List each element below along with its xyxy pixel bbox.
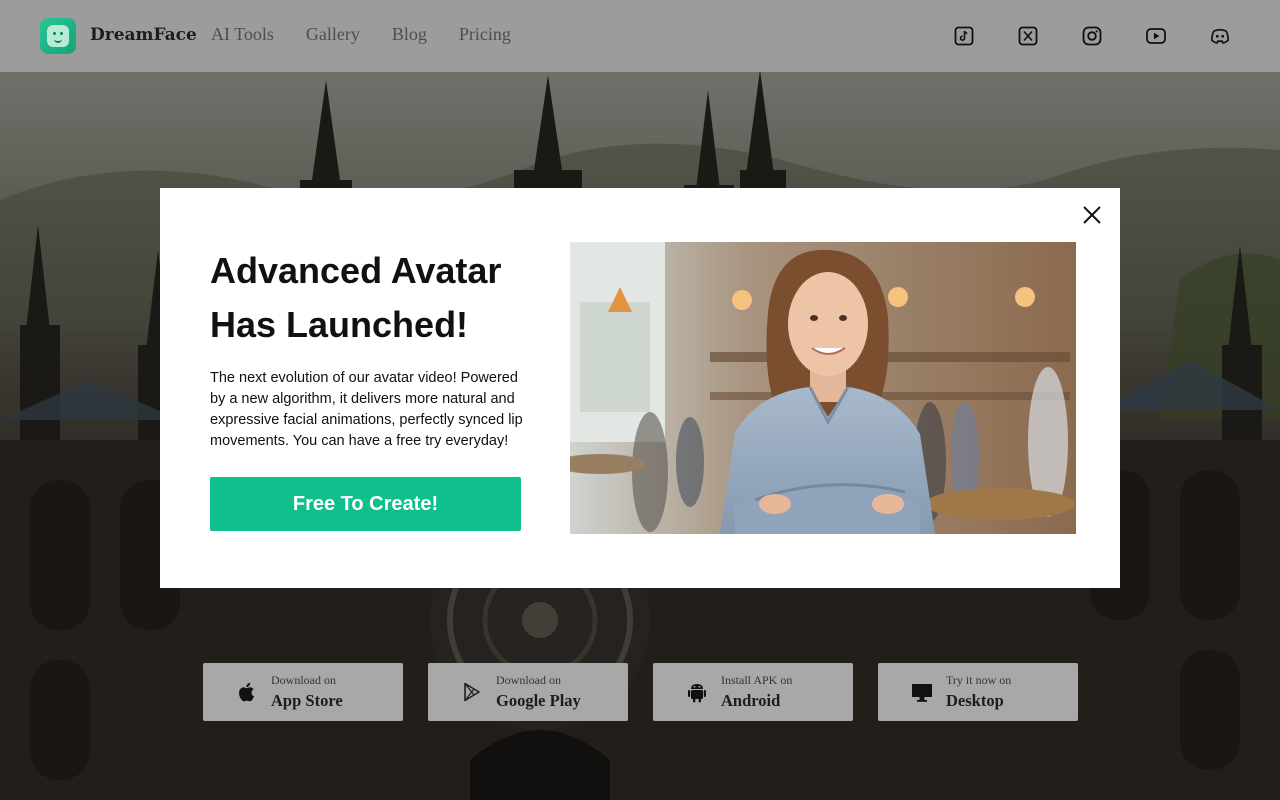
close-icon[interactable] bbox=[1080, 203, 1104, 227]
modal-description: The next evolution of our avatar video! … bbox=[210, 370, 523, 449]
modal-title: Advanced Avatar Has Launched! bbox=[210, 250, 502, 345]
desktop-caption: Try it now on bbox=[946, 673, 1012, 687]
google-play-caption: Download on bbox=[496, 673, 561, 687]
instagram-icon[interactable] bbox=[1082, 26, 1102, 46]
desktop-download-button[interactable]: Try it now on Desktop bbox=[878, 663, 1078, 721]
app-store-download-button[interactable]: Download on App Store bbox=[203, 663, 403, 721]
tiktok-icon[interactable] bbox=[954, 26, 974, 46]
app-store-label: App Store bbox=[271, 691, 343, 710]
desktop-icon bbox=[911, 681, 933, 703]
top-navigation-bar: DreamFace AI Tools Gallery Blog Pricing bbox=[0, 0, 1280, 72]
avatar-preview-image bbox=[570, 242, 1076, 534]
google-play-icon bbox=[461, 681, 483, 703]
x-icon[interactable] bbox=[1018, 26, 1038, 46]
android-icon bbox=[686, 681, 708, 703]
desktop-label: Desktop bbox=[946, 691, 1004, 710]
nav-link-gallery[interactable]: Gallery bbox=[306, 24, 360, 45]
app-store-caption: Download on bbox=[271, 673, 336, 687]
free-to-create-button[interactable]: Free To Create! bbox=[210, 477, 521, 531]
google-play-label: Google Play bbox=[496, 691, 581, 710]
android-caption: Install APK on bbox=[721, 673, 793, 687]
nav-link-pricing[interactable]: Pricing bbox=[459, 24, 511, 45]
nav-link-blog[interactable]: Blog bbox=[392, 24, 427, 45]
brand-name[interactable]: DreamFace bbox=[90, 25, 197, 45]
apple-icon bbox=[236, 681, 258, 703]
android-download-button[interactable]: Install APK on Android bbox=[653, 663, 853, 721]
nav-link-ai-tools[interactable]: AI Tools bbox=[211, 24, 274, 45]
android-label: Android bbox=[721, 691, 781, 710]
dreamface-logo-icon[interactable] bbox=[40, 18, 76, 54]
google-play-download-button[interactable]: Download on Google Play bbox=[428, 663, 628, 721]
launch-announcement-modal: Advanced Avatar Has Launched! The next e… bbox=[160, 188, 1120, 588]
youtube-icon[interactable] bbox=[1146, 26, 1166, 46]
discord-icon[interactable] bbox=[1210, 26, 1230, 46]
nav-links: AI Tools Gallery Blog Pricing bbox=[211, 24, 543, 45]
